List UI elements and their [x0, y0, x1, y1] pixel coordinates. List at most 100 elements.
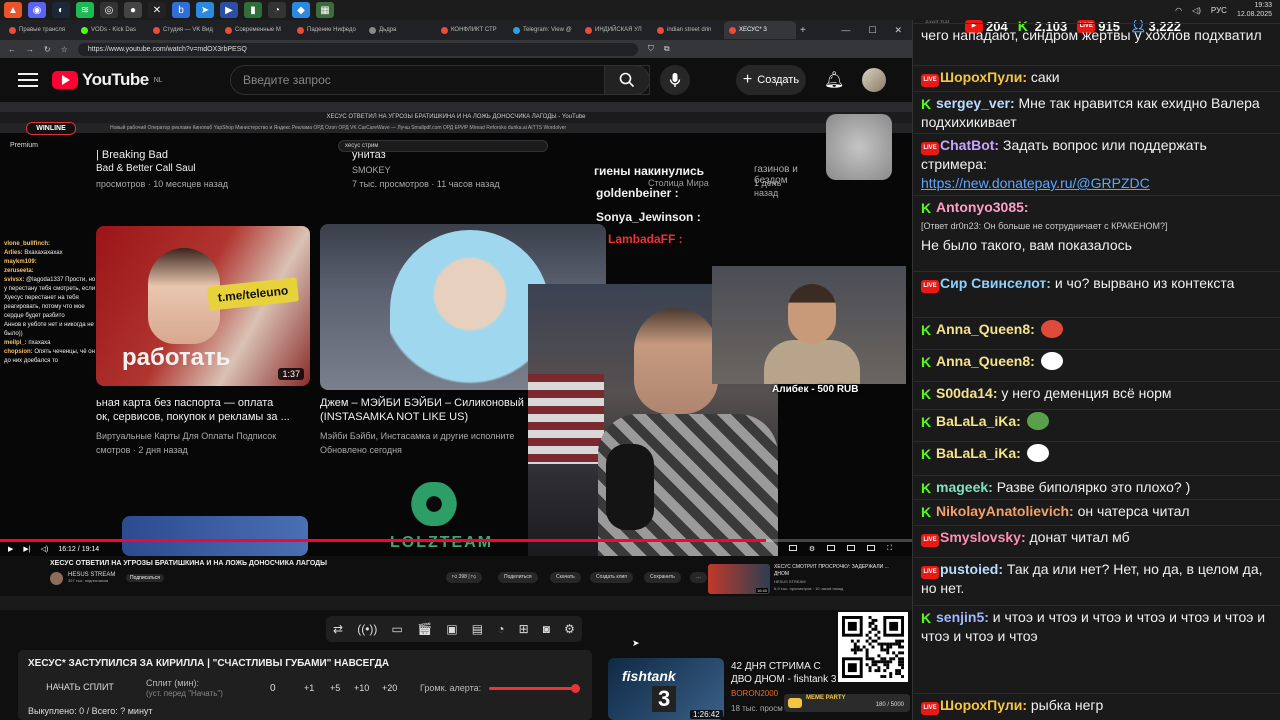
cast-icon[interactable]	[867, 545, 876, 551]
repeat-icon[interactable]: ⇄	[333, 622, 343, 636]
browser-tab[interactable]: Telegram: View @	[508, 21, 580, 39]
chat-username[interactable]: Сир Свинселот:	[940, 275, 1051, 291]
browser-tab[interactable]: ХЕСУС* З	[724, 21, 796, 39]
search-button[interactable]	[604, 65, 650, 95]
obs-app-icon[interactable]: ●	[124, 2, 142, 18]
split-add-20-button[interactable]: +20	[382, 683, 397, 693]
video-title[interactable]: ьная карта без паспорта — оплата	[96, 396, 273, 410]
add-scene-icon[interactable]: ⊞	[519, 622, 529, 636]
brave-app-icon[interactable]: ▲	[4, 2, 22, 18]
settings-gear-icon[interactable]: ⚙	[809, 545, 815, 553]
screen-icon[interactable]: ▭	[392, 622, 403, 636]
speed-icon[interactable]: ◔	[497, 622, 504, 636]
start-split-button[interactable]: НАЧАТЬ СПЛИТ	[28, 682, 132, 696]
video-player[interactable]: ХЕСУС ОТВЕТИЛ НА УГРОЗЫ БРАТИШКИНА И НА …	[0, 102, 912, 556]
chat-username[interactable]: ChatBot:	[940, 137, 999, 153]
browser-tab[interactable]: Современные М	[220, 21, 292, 39]
language-indicator[interactable]: РУС	[1211, 6, 1227, 15]
wifi-icon[interactable]: ◠	[1175, 6, 1182, 15]
maximize-icon[interactable]: ☐	[868, 25, 876, 36]
alert-volume-slider[interactable]	[489, 684, 580, 693]
chat-username[interactable]: Antonyo3085:	[936, 199, 1029, 215]
chat-link[interactable]: https://new.donatepay.ru/@GRPZDC	[921, 175, 1150, 191]
search-input[interactable]	[243, 73, 623, 87]
split-add-10-button[interactable]: +10	[354, 683, 369, 693]
miniplayer-icon[interactable]	[827, 545, 836, 551]
browser-tab[interactable]: Падение Нифедо	[292, 21, 364, 39]
browser-tab[interactable]: ИНДИЙСКАЯ УЛ	[580, 21, 652, 39]
camera-icon[interactable]: ◙	[543, 622, 550, 636]
app-icon-b[interactable]: b	[172, 2, 190, 18]
app-icon-bird[interactable]: ◆	[292, 2, 310, 18]
youtube-logo[interactable]: YouTube NL	[52, 70, 163, 90]
volume-icon[interactable]: ◁)	[1192, 6, 1201, 15]
video-title[interactable]: Джем – МЭЙБИ БЭЙБИ – Силиконовый	[320, 396, 524, 410]
chat-username[interactable]: mageek:	[936, 479, 993, 495]
chat-username[interactable]: Anna_Queen8:	[936, 353, 1035, 369]
play-icon[interactable]: ▶	[8, 545, 13, 553]
telegram-app-icon[interactable]: ➤	[196, 2, 214, 18]
browser-tab[interactable]: КОНФЛИКТ СТР	[436, 21, 508, 39]
app-icon-search[interactable]: ◔	[268, 2, 286, 18]
app-icon-green[interactable]: ▮	[244, 2, 262, 18]
chat-username[interactable]: S00da14:	[936, 385, 997, 401]
image-icon[interactable]: ▣	[446, 622, 457, 636]
browser-tab[interactable]: VODs - Kick Das	[76, 21, 148, 39]
chat-username[interactable]: BaLaLa_iKa:	[936, 445, 1021, 461]
next-video-title[interactable]: 42 ДНЯ СТРИМА С ДВО ДНОМ - fishtank 3	[731, 660, 841, 686]
new-tab-button[interactable]: +	[800, 25, 806, 36]
browser-tab[interactable]: Студия — VK Вид	[148, 21, 220, 39]
close-icon[interactable]: ✕	[894, 25, 902, 36]
broadcast-icon[interactable]: ((•))	[357, 622, 377, 636]
video-title-line2[interactable]: (INSTASAMKA NOT LIKE US)	[320, 410, 468, 424]
theater-icon[interactable]	[847, 545, 856, 551]
create-button[interactable]: + Создать	[736, 65, 806, 95]
notifications-bell-icon[interactable]: 🔔︎	[824, 70, 844, 90]
split-add-1-button[interactable]: +1	[304, 683, 314, 693]
alert-volume-knob[interactable]	[571, 684, 580, 693]
account-avatar[interactable]	[862, 68, 886, 92]
extensions-icon[interactable]: ⧉	[664, 44, 670, 54]
app-icon-grid[interactable]: ▦	[316, 2, 334, 18]
chat-username[interactable]: Smyslovsky:	[940, 529, 1026, 545]
spotify-app-icon[interactable]: ≋	[76, 2, 94, 18]
chat-username[interactable]: pustoied:	[940, 561, 1003, 577]
video-thumbnail[interactable]: t.me/teleuno работать 1:37	[96, 226, 310, 386]
voice-search-button[interactable]	[660, 65, 690, 95]
forward-icon[interactable]: →	[26, 45, 34, 54]
filmstrip-icon[interactable]: ▤	[472, 622, 483, 636]
steam-app-icon[interactable]: ◐	[52, 2, 70, 18]
bookmark-icon[interactable]: ☆	[61, 45, 68, 54]
minimize-icon[interactable]: —	[841, 25, 850, 36]
url-field[interactable]: https://www.youtube.com/watch?v=mdOX3rbP…	[77, 42, 638, 56]
chat-username[interactable]: sergey_ver:	[936, 95, 1015, 111]
chat-username[interactable]: Anna_Queen8:	[936, 321, 1035, 337]
fullscreen-icon[interactable]: ⛶	[887, 545, 892, 553]
clock[interactable]: 19:33 12.08.2025	[1237, 1, 1272, 19]
app-icon-play[interactable]: ▶	[220, 2, 238, 18]
next-video-channel[interactable]: BORON2000	[731, 689, 778, 698]
back-icon[interactable]: ←	[8, 45, 16, 54]
epic-app-icon[interactable]: ✕	[148, 2, 166, 18]
chat-username[interactable]: BaLaLa_iKa:	[936, 413, 1021, 429]
clapper-icon[interactable]: 🎬︎	[417, 622, 432, 636]
split-minutes-value[interactable]: 0	[270, 683, 276, 694]
subtitles-icon[interactable]	[788, 545, 797, 551]
browser-tab[interactable]: Дьдра	[364, 21, 436, 39]
media-app-icon[interactable]: ◎	[100, 2, 118, 18]
chat-username[interactable]: NikolayAnatolievich:	[936, 503, 1074, 519]
menu-icon[interactable]	[18, 73, 38, 87]
reload-icon[interactable]: ↻	[44, 45, 51, 54]
chat-username[interactable]: ШорохПули:	[940, 697, 1027, 713]
volume-icon[interactable]: ◁)	[41, 545, 49, 553]
discord-app-icon[interactable]: ◉	[28, 2, 46, 18]
shield-icon[interactable]: ⛉	[648, 44, 654, 54]
browser-tab[interactable]: indian street drin	[652, 21, 724, 39]
chat-username[interactable]: ШорохПули:	[940, 69, 1027, 85]
chat-username[interactable]: senjin5:	[936, 609, 989, 625]
gear-icon[interactable]: ⚙	[564, 622, 575, 636]
video-title-line2[interactable]: ок, сервисов, покупок и рекламы за ...	[96, 410, 290, 424]
split-add-5-button[interactable]: +5	[330, 683, 340, 693]
browser-tab[interactable]: Правые трансля	[4, 21, 76, 39]
next-icon[interactable]: ▶|	[23, 545, 30, 553]
